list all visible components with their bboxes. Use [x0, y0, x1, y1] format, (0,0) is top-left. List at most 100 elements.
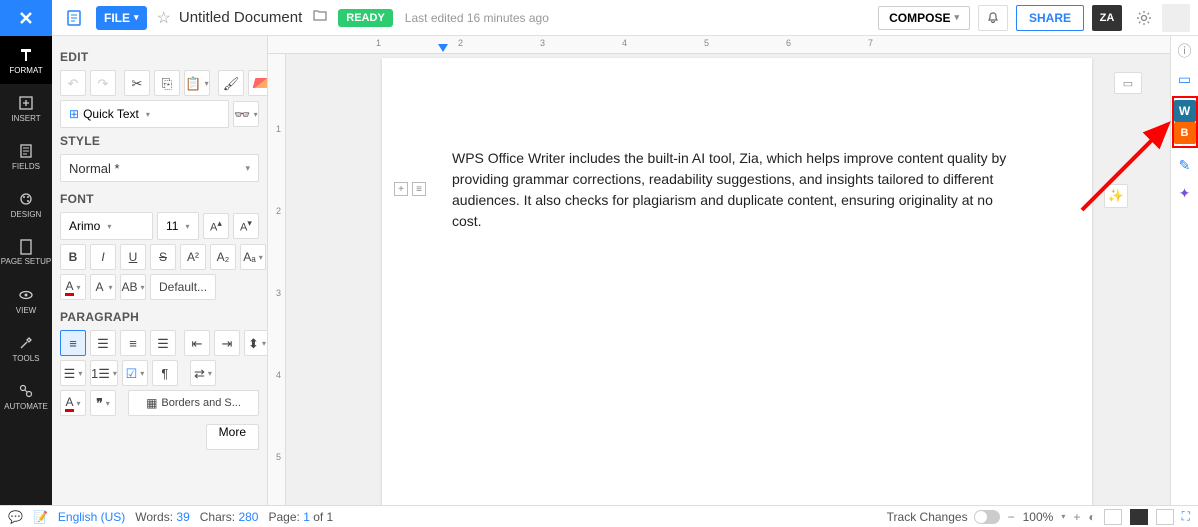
star-icon[interactable]: ☆ [157, 8, 171, 28]
shading-button[interactable]: A [60, 390, 86, 416]
text-direction-button[interactable]: ⇄ [190, 360, 216, 386]
page-indicator[interactable]: Page: 1 of 1 [268, 510, 333, 524]
dark-mode-button[interactable]: ◐ [1088, 510, 1095, 524]
indent-increase-button[interactable]: ⇥ [214, 330, 240, 356]
borders-button[interactable]: ▦ Borders and S... [128, 390, 259, 416]
notes-button[interactable]: 📝 [33, 510, 48, 524]
font-color-button[interactable]: A [60, 274, 86, 300]
indent-decrease-button[interactable]: ⇤ [184, 330, 210, 356]
char-spacing-button[interactable]: AB [120, 274, 146, 300]
panel-toggle-button[interactable]: ▭ [1174, 68, 1196, 90]
checklist-button[interactable]: ☑ [122, 360, 148, 386]
document-area: WPS Office Writer includes the built-in … [286, 54, 1170, 505]
track-changes-toggle[interactable]: Track Changes [887, 510, 1000, 524]
info-button[interactable]: ⓘ [1174, 40, 1196, 62]
quick-text-button[interactable]: ⊞ Quick Text [60, 100, 229, 128]
cut-button[interactable]: ✂ [124, 70, 150, 96]
margin-menu-button[interactable]: ≡ [412, 182, 426, 196]
share-button[interactable]: SHARE [1016, 5, 1084, 31]
undo-button[interactable]: ↶ [60, 70, 86, 96]
extensions-button[interactable]: ✦ [1174, 182, 1196, 204]
line-spacing-button[interactable]: ⬍ [244, 330, 268, 356]
copy-button[interactable]: ⎘ [154, 70, 180, 96]
sidebar-item-format[interactable]: FORMAT [0, 36, 52, 84]
app-logo[interactable] [0, 0, 52, 36]
plus-icon: + [398, 184, 404, 195]
align-right-button[interactable]: ≡ [120, 330, 146, 356]
language-selector[interactable]: English (US) [58, 510, 125, 524]
font-size-select[interactable]: 11 [157, 212, 199, 240]
style-select[interactable]: Normal * [60, 154, 259, 182]
sidebar-item-automate[interactable]: AUTOMATE [0, 372, 52, 420]
default-font-button[interactable]: Default... [150, 274, 216, 300]
more-button[interactable]: More [206, 424, 259, 450]
margin-add-button[interactable]: + [394, 182, 408, 196]
align-justify-button[interactable]: ☰ [150, 330, 176, 356]
underline-button[interactable]: U [120, 244, 146, 270]
word-count[interactable]: Words: 39 [135, 510, 190, 524]
italic-button[interactable]: I [90, 244, 116, 270]
superscript-button[interactable]: A² [180, 244, 206, 270]
smart-zoom-button[interactable]: ✨ [1104, 184, 1128, 208]
view-mode-web[interactable] [1104, 509, 1122, 525]
compose-button[interactable]: COMPOSE [878, 6, 970, 30]
char-count[interactable]: Chars: 280 [200, 510, 259, 524]
zoom-out-button[interactable]: − [1008, 510, 1015, 524]
clear-format-button[interactable] [248, 70, 268, 96]
document-page[interactable]: WPS Office Writer includes the built-in … [382, 58, 1092, 505]
folder-icon[interactable] [312, 7, 328, 28]
file-menu-button[interactable]: FILE [96, 6, 147, 30]
wordpress-button[interactable]: W [1174, 100, 1196, 122]
zoom-level[interactable]: 100% [1023, 510, 1054, 524]
document-title[interactable]: Untitled Document [179, 9, 302, 26]
sidebar-item-page-setup[interactable]: PAGE SETUP [0, 228, 52, 276]
notifications-button[interactable] [978, 5, 1008, 31]
indent-marker-icon[interactable] [438, 44, 448, 52]
zoom-caret-icon[interactable]: ▾ [1061, 512, 1065, 521]
blogger-button[interactable]: B [1174, 122, 1196, 144]
view-mode-page[interactable] [1130, 509, 1148, 525]
numbered-list-button[interactable]: 1☰ [90, 360, 118, 386]
font-family-select[interactable]: Arimo [60, 212, 153, 240]
quote-button[interactable]: ❞ [90, 390, 116, 416]
shrink-font-icon: A▾ [240, 218, 252, 234]
grow-font-button[interactable]: A▴ [203, 213, 229, 239]
case-button[interactable]: Aₐ [240, 244, 266, 270]
bold-button[interactable]: B [60, 244, 86, 270]
sidebar-item-design[interactable]: DESIGN [0, 180, 52, 228]
zia-button[interactable]: ZA [1092, 5, 1122, 31]
binoculars-icon: 👓 [234, 108, 250, 121]
user-avatar[interactable] [1162, 4, 1190, 32]
align-center-button[interactable]: ☰ [90, 330, 116, 356]
redo-button[interactable]: ↷ [90, 70, 116, 96]
sidebar-item-fields[interactable]: FIELDS [0, 132, 52, 180]
paste-button[interactable]: 📋 [184, 70, 210, 96]
line-spacing-icon: ⬍ [248, 337, 259, 350]
doc-icon[interactable] [60, 4, 88, 32]
align-left-button[interactable]: ≡ [60, 330, 86, 356]
pencil-button[interactable]: ✎ [1174, 154, 1196, 176]
sidebar-item-view[interactable]: VIEW [0, 276, 52, 324]
settings-button[interactable] [1130, 4, 1158, 32]
fullscreen-button[interactable]: ⛶ [1182, 509, 1190, 524]
vertical-ruler[interactable]: 1 2 3 4 5 [268, 54, 286, 505]
horizontal-ruler[interactable]: 1 2 3 4 5 6 7 [268, 36, 1170, 54]
ruler-tick: 1 [376, 38, 381, 48]
undo-icon: ↶ [68, 77, 79, 90]
document-body-text[interactable]: WPS Office Writer includes the built-in … [452, 148, 1022, 232]
case-icon: Aₐ [243, 250, 255, 264]
sidebar-item-tools[interactable]: TOOLS [0, 324, 52, 372]
strikethrough-button[interactable]: S [150, 244, 176, 270]
comments-button[interactable]: 💬 [8, 510, 23, 524]
page-layout-toggle[interactable]: ▭ [1114, 72, 1142, 94]
sidebar-item-insert[interactable]: INSERT [0, 84, 52, 132]
shrink-font-button[interactable]: A▾ [233, 213, 259, 239]
subscript-button[interactable]: A₂ [210, 244, 236, 270]
find-replace-button[interactable]: 👓 [233, 101, 259, 127]
view-mode-read[interactable] [1156, 509, 1174, 525]
pilcrow-button[interactable]: ¶ [152, 360, 178, 386]
format-painter-button[interactable]: 🖌 [218, 70, 244, 96]
highlight-button[interactable]: A [90, 274, 116, 300]
zoom-in-button[interactable]: + [1073, 510, 1080, 524]
bullet-list-button[interactable]: ☰ [60, 360, 86, 386]
